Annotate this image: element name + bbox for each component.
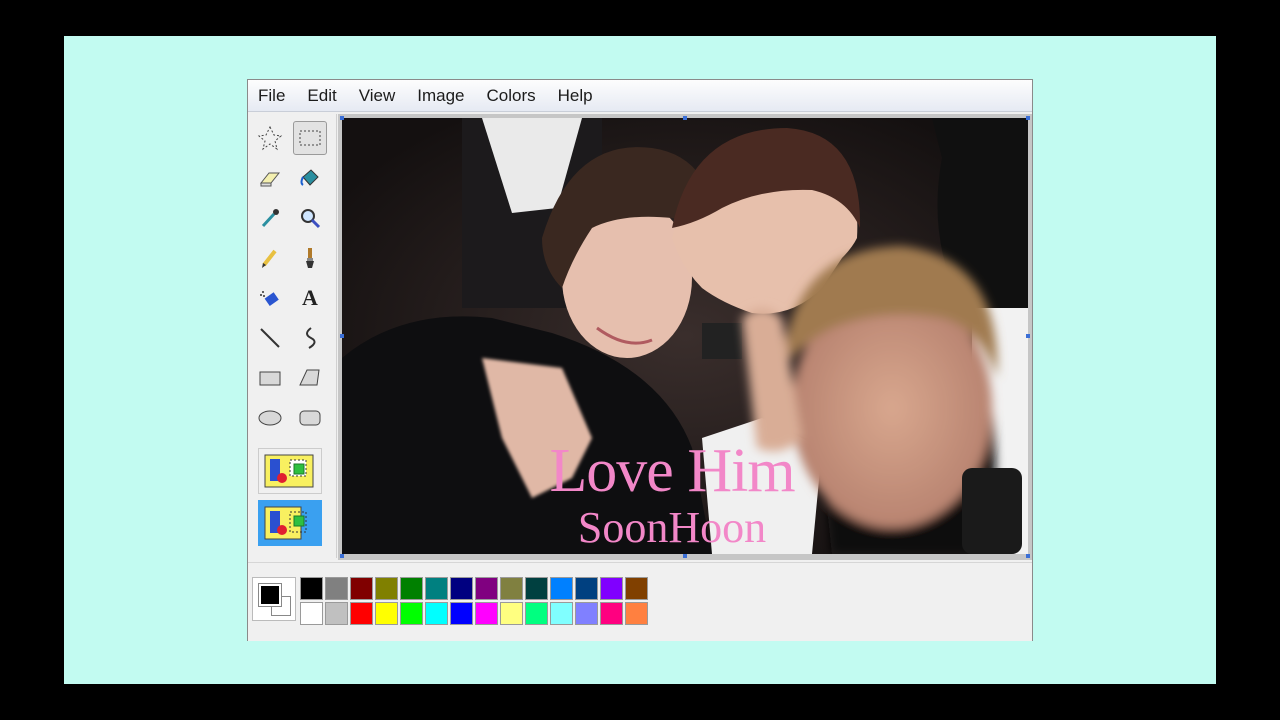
menu-view[interactable]: View bbox=[359, 86, 396, 106]
resize-handle[interactable] bbox=[340, 554, 344, 558]
line-tool[interactable] bbox=[253, 321, 287, 355]
color-swatch[interactable] bbox=[375, 602, 398, 625]
color-swatch[interactable] bbox=[325, 577, 348, 600]
menu-image[interactable]: Image bbox=[417, 86, 464, 106]
color-swatch[interactable] bbox=[350, 602, 373, 625]
pencil-tool[interactable] bbox=[253, 241, 287, 275]
color-swatch[interactable] bbox=[550, 602, 573, 625]
menu-edit[interactable]: Edit bbox=[307, 86, 336, 106]
brush-icon bbox=[306, 248, 314, 268]
color-swatch[interactable] bbox=[500, 602, 523, 625]
color-swatch[interactable] bbox=[450, 602, 473, 625]
eraser-icon bbox=[259, 172, 281, 187]
canvas-area: Love Him SoonHoon bbox=[338, 114, 1032, 560]
current-colors[interactable] bbox=[252, 577, 296, 621]
polygon-tool[interactable] bbox=[293, 361, 327, 395]
color-swatch[interactable] bbox=[400, 577, 423, 600]
opaque-selection-icon bbox=[264, 454, 314, 488]
foreground-color-swatch[interactable] bbox=[258, 583, 282, 607]
rect-select-icon bbox=[299, 130, 321, 146]
resize-handle[interactable] bbox=[683, 554, 687, 558]
rounded-rect-tool[interactable] bbox=[293, 401, 327, 435]
line-icon bbox=[260, 328, 280, 348]
color-swatch[interactable] bbox=[575, 602, 598, 625]
resize-handle[interactable] bbox=[1026, 554, 1030, 558]
color-swatch[interactable] bbox=[625, 602, 648, 625]
resize-handle[interactable] bbox=[1026, 116, 1030, 120]
drawing-canvas[interactable]: Love Him SoonHoon bbox=[342, 118, 1028, 554]
color-swatch[interactable] bbox=[550, 577, 573, 600]
opaque-mode-option[interactable] bbox=[258, 448, 322, 494]
fill-bucket-icon bbox=[300, 169, 319, 186]
menu-colors[interactable]: Colors bbox=[487, 86, 536, 106]
rectangle-tool[interactable] bbox=[253, 361, 287, 395]
color-swatch[interactable] bbox=[450, 577, 473, 600]
eyedropper-tool[interactable] bbox=[253, 201, 287, 235]
color-swatch[interactable] bbox=[375, 577, 398, 600]
transparent-selection-icon bbox=[264, 506, 307, 540]
eyedropper-icon bbox=[261, 209, 279, 228]
curve-tool[interactable] bbox=[293, 321, 327, 355]
resize-handle[interactable] bbox=[340, 334, 344, 338]
ellipse-icon bbox=[258, 410, 282, 426]
color-swatch[interactable] bbox=[400, 602, 423, 625]
color-swatch[interactable] bbox=[575, 577, 598, 600]
eraser-tool[interactable] bbox=[253, 161, 287, 195]
color-swatch[interactable] bbox=[300, 577, 323, 600]
ellipse-tool[interactable] bbox=[253, 401, 287, 435]
color-swatch[interactable] bbox=[625, 577, 648, 600]
color-swatch[interactable] bbox=[525, 602, 548, 625]
curve-icon bbox=[306, 327, 316, 349]
rounded-rect-icon bbox=[299, 410, 321, 426]
overlay-title: Love Him bbox=[549, 437, 795, 505]
resize-handle[interactable] bbox=[1026, 334, 1030, 338]
text-tool[interactable]: A bbox=[293, 281, 327, 315]
magnifier-icon bbox=[301, 209, 321, 229]
fill-tool[interactable] bbox=[293, 161, 327, 195]
airbrush-tool[interactable] bbox=[253, 281, 287, 315]
menu-bar: File Edit View Image Colors Help bbox=[248, 80, 1032, 112]
text-icon: A bbox=[302, 285, 318, 310]
color-swatch[interactable] bbox=[300, 602, 323, 625]
overlay-subtitle: SoonHoon bbox=[577, 503, 767, 552]
color-swatch[interactable] bbox=[425, 577, 448, 600]
polygon-icon bbox=[299, 369, 320, 386]
color-swatch[interactable] bbox=[475, 577, 498, 600]
color-swatch[interactable] bbox=[600, 577, 623, 600]
color-swatch[interactable] bbox=[325, 602, 348, 625]
airbrush-icon bbox=[260, 291, 279, 306]
color-swatch[interactable] bbox=[475, 602, 498, 625]
swatch-grid bbox=[300, 577, 648, 625]
menu-help[interactable]: Help bbox=[558, 86, 593, 106]
color-swatch[interactable] bbox=[500, 577, 523, 600]
pencil-icon bbox=[262, 249, 277, 268]
resize-handle[interactable] bbox=[683, 116, 687, 120]
menu-file[interactable]: File bbox=[258, 86, 285, 106]
magnifier-tool[interactable] bbox=[293, 201, 327, 235]
resize-handle[interactable] bbox=[340, 116, 344, 120]
brush-tool[interactable] bbox=[293, 241, 327, 275]
color-swatch[interactable] bbox=[525, 577, 548, 600]
toolbox: A bbox=[248, 114, 337, 558]
color-palette bbox=[248, 562, 1032, 641]
rectangle-icon bbox=[259, 371, 281, 386]
free-select-icon bbox=[257, 125, 283, 151]
color-swatch[interactable] bbox=[425, 602, 448, 625]
rect-select-tool[interactable] bbox=[293, 121, 327, 155]
paint-window: File Edit View Image Colors Help A Love … bbox=[247, 79, 1033, 641]
transparent-mode-option[interactable] bbox=[258, 500, 322, 546]
color-swatch[interactable] bbox=[350, 577, 373, 600]
color-swatch[interactable] bbox=[600, 602, 623, 625]
free-select-tool[interactable] bbox=[253, 121, 287, 155]
